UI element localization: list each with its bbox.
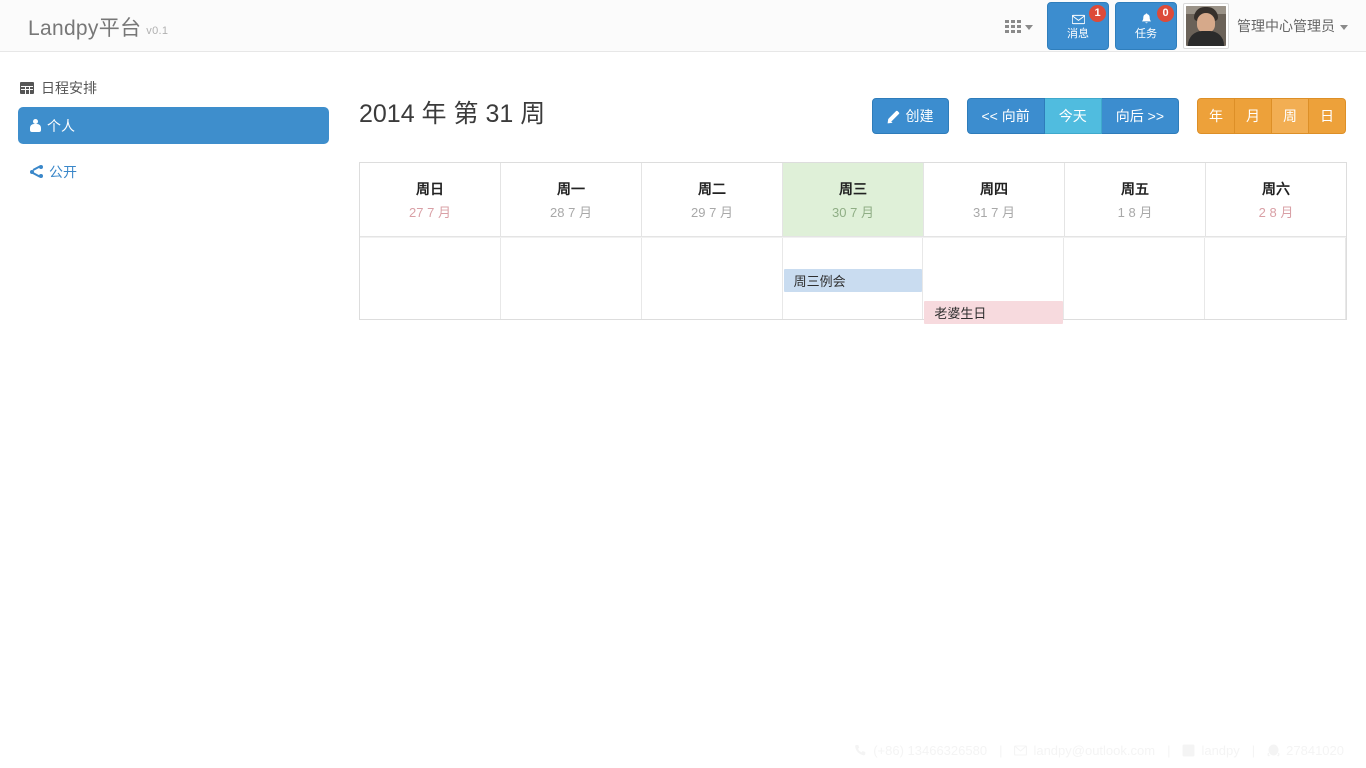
sidebar-item-personal[interactable]: 个人	[18, 107, 329, 144]
calendar-day-cell[interactable]	[501, 237, 642, 319]
sidebar-item-label: 个人	[47, 117, 75, 134]
calendar-event[interactable]: 老婆生日	[924, 301, 1064, 324]
calendar-day-header[interactable]: 周日 27 7 月	[360, 163, 501, 237]
avatar-image	[1186, 6, 1226, 46]
footer-phone: (+86) 13466326580	[854, 743, 987, 758]
view-year-button[interactable]: 年	[1197, 98, 1235, 134]
calendar-day-header[interactable]: 周六 2 8 月	[1206, 163, 1346, 237]
envelope-icon	[1071, 14, 1085, 24]
brand-version: v0.1	[146, 25, 169, 37]
day-date: 31 7 月	[973, 204, 1015, 220]
day-date: 30 7 月	[832, 204, 874, 220]
footer-qq-text: 27841020	[1286, 742, 1344, 758]
top-navbar: Landpy平台 v0.1 1 消息 0 任务 管理中心管理员	[0, 0, 1366, 52]
pencil-icon	[887, 110, 900, 123]
prev-button[interactable]: << 向前	[966, 98, 1045, 134]
week-calendar: 周日 27 7 月 周一 28 7 月 周二 29 7 月 周三 30 7 月 周四 31 7 月…	[359, 162, 1347, 324]
view-week-button[interactable]: 周	[1272, 98, 1309, 134]
day-name: 周六	[1262, 180, 1290, 197]
calendar-icon	[20, 82, 34, 94]
user-name: 管理中心管理员	[1237, 18, 1335, 34]
messages-label: 消息	[1067, 27, 1089, 40]
calendar-event[interactable]: 周三例会	[783, 269, 923, 292]
day-date: 28 7 月	[550, 204, 592, 220]
day-name: 周三	[839, 180, 867, 197]
sidebar-section-title: 日程安排	[0, 52, 345, 98]
calendar-day-header[interactable]: 周三 30 7 月	[783, 163, 924, 237]
sidebar-item-label: 公开	[49, 163, 77, 180]
envelope-icon	[1014, 744, 1028, 756]
page-footer: (+86) 13466326580 | landpy@outlook.com |…	[0, 732, 1366, 768]
qq-penguin-icon	[1267, 744, 1280, 756]
calendar-day-header[interactable]: 周二 29 7 月	[642, 163, 783, 237]
calendar-day-header[interactable]: 周一 28 7 月	[501, 163, 642, 237]
bell-icon	[1141, 12, 1151, 23]
view-mode-button-group: 年 月 周 日	[1197, 98, 1346, 134]
day-date: 29 7 月	[691, 204, 733, 220]
view-month-button[interactable]: 月	[1235, 98, 1272, 134]
phone-icon	[855, 744, 866, 755]
chevron-down-icon	[1025, 24, 1033, 30]
day-date: 1 8 月	[1117, 204, 1153, 220]
user-menu[interactable]: 管理中心管理员	[1237, 0, 1366, 52]
footer-separator: |	[1251, 742, 1256, 758]
calendar-day-cell[interactable]	[642, 237, 783, 319]
sidebar-item-public[interactable]: 公开	[18, 153, 329, 190]
grid-icon	[1005, 19, 1021, 33]
calendar-day-cell[interactable]	[1064, 237, 1206, 319]
create-button[interactable]: 创建	[871, 98, 949, 134]
chevron-down-icon	[1340, 24, 1348, 30]
calendar-toolbar: 创建 << 向前 今天 向后 >> 年 月 周 日	[871, 98, 1346, 134]
brand-logo[interactable]: Landpy平台 v0.1	[28, 12, 168, 42]
day-name: 周二	[698, 180, 726, 197]
sidebar: 日程安排 个人 公开	[0, 52, 345, 190]
day-date: 2 8 月	[1258, 204, 1294, 220]
apps-grid-button[interactable]	[991, 0, 1047, 52]
messages-button[interactable]: 1 消息	[1047, 2, 1109, 50]
footer-blog-text: landpy	[1201, 742, 1240, 758]
tasks-button[interactable]: 0 任务	[1115, 2, 1177, 50]
footer-blog[interactable]: landpy	[1182, 742, 1240, 758]
view-day-button[interactable]: 日	[1309, 98, 1346, 134]
day-name: 周日	[416, 180, 444, 197]
footer-qq[interactable]: 27841020	[1267, 743, 1344, 758]
calendar-day-headers: 周日 27 7 月 周一 28 7 月 周二 29 7 月 周三 30 7 月 周四 31 7 月…	[360, 163, 1346, 237]
footer-email-text: landpy@outlook.com	[1033, 742, 1156, 758]
day-name: 周一	[557, 180, 585, 197]
calendar-day-cells: 周三例会 老婆生日	[360, 237, 1347, 324]
today-button[interactable]: 今天	[1044, 98, 1102, 134]
person-icon	[30, 119, 41, 132]
next-button[interactable]: 向后 >>	[1101, 98, 1179, 134]
messages-badge: 1	[1089, 5, 1106, 22]
calendar-day-cell[interactable]	[360, 237, 501, 319]
day-name: 周四	[980, 180, 1008, 197]
calendar-day-header[interactable]: 周四 31 7 月	[924, 163, 1065, 237]
brand-name: Landpy平台	[28, 17, 142, 40]
footer-separator: |	[1167, 742, 1171, 758]
page-title: 2014 年 第 31 周	[359, 100, 546, 128]
day-date: 27 7 月	[409, 204, 451, 220]
day-name: 周五	[1121, 180, 1149, 197]
avatar[interactable]	[1183, 3, 1229, 49]
calendar-day-cell[interactable]	[1205, 237, 1347, 319]
footer-separator: |	[999, 742, 1003, 758]
navbar-right-group: 1 消息 0 任务 管理中心管理员	[991, 0, 1366, 52]
navigation-button-group: << 向前 今天 向后 >>	[966, 98, 1179, 134]
sidebar-section-label: 日程安排	[41, 80, 97, 96]
tasks-label: 任务	[1135, 27, 1157, 40]
create-button-label: 创建	[905, 108, 934, 124]
footer-phone-text: (+86) 13466326580	[873, 742, 988, 758]
calendar-row-divider	[360, 237, 1346, 238]
share-icon	[30, 165, 43, 178]
footer-email[interactable]: landpy@outlook.com	[1014, 743, 1155, 758]
blog-icon	[1182, 744, 1195, 756]
calendar-day-header[interactable]: 周五 1 8 月	[1065, 163, 1206, 237]
tasks-badge: 0	[1157, 5, 1174, 22]
